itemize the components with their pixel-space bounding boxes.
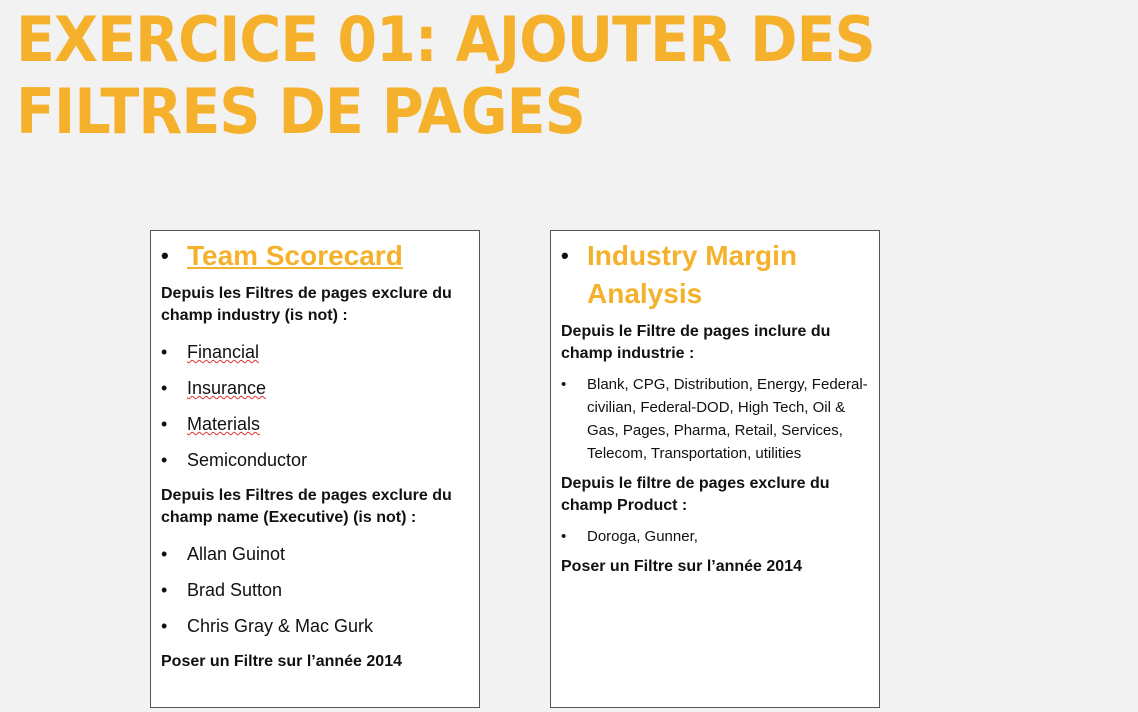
slide-title: EXERCICE 01: AJOUTER DES FILTRES DE PAGE… bbox=[16, 3, 876, 148]
instruction-text: Poser un Filtre sur l’année 2014 bbox=[561, 558, 802, 575]
instruction-text: Depuis les Filtres de pages exclure du c… bbox=[161, 285, 452, 324]
bullet-icon: • bbox=[161, 616, 168, 636]
list-item: • Financial bbox=[161, 341, 469, 363]
bullet-icon: • bbox=[561, 243, 569, 268]
list-item: • Semiconductor bbox=[161, 449, 469, 471]
box-title: • Team Scorecard bbox=[161, 237, 469, 275]
list-item: • Materials bbox=[161, 413, 469, 435]
box-title: • Industry Margin Analysis bbox=[561, 237, 869, 313]
list-item: • Doroga, Gunner, bbox=[561, 525, 869, 548]
bullet-icon: • bbox=[161, 414, 168, 434]
executive-exclude-list: • Allan Guinot • Brad Sutton • Chris Gray &… bbox=[161, 543, 469, 637]
bullet-icon: • bbox=[161, 450, 168, 470]
instruction-text: Depuis les Filtres de pages exclure du c… bbox=[161, 487, 452, 526]
list-item-text: Blank, CPG, Distribution, Energy, Federa… bbox=[587, 376, 868, 462]
list-item: • Brad Sutton bbox=[161, 579, 469, 601]
instruction-text: Depuis le Filtre de pages inclure du cha… bbox=[561, 323, 831, 362]
list-item: • Insurance bbox=[161, 377, 469, 399]
list-item: • Blank, CPG, Distribution, Energy, Feder… bbox=[561, 373, 869, 465]
bullet-icon: • bbox=[561, 528, 567, 545]
list-item-text: Semiconductor bbox=[187, 450, 308, 470]
industry-margin-box: • Industry Margin Analysis Depuis le Fil… bbox=[550, 230, 880, 708]
bullet-icon: • bbox=[161, 580, 168, 600]
list-item: • Allan Guinot bbox=[161, 543, 469, 565]
list-item-text: Materials bbox=[187, 414, 261, 434]
industry-exclude-list: • Financial • Insurance • Materials • Semico… bbox=[161, 341, 469, 471]
box-title-text: Team Scorecard bbox=[187, 240, 403, 271]
bullet-icon: • bbox=[161, 544, 168, 564]
industry-include-list: • Blank, CPG, Distribution, Energy, Feder… bbox=[561, 373, 869, 465]
bullet-icon: • bbox=[161, 243, 169, 268]
bullet-icon: • bbox=[161, 378, 168, 398]
instruction-text: Poser un Filtre sur l’année 2014 bbox=[161, 653, 402, 670]
list-item: • Chris Gray & Mac Gurk bbox=[161, 615, 469, 637]
bullet-icon: • bbox=[561, 376, 567, 393]
bullet-icon: • bbox=[161, 342, 168, 362]
list-item-text: Chris Gray & Mac Gurk bbox=[187, 616, 374, 636]
team-scorecard-box: • Team Scorecard Depuis les Filtres de p… bbox=[150, 230, 480, 708]
list-item-text: Doroga, Gunner, bbox=[587, 528, 698, 545]
list-item-text: Brad Sutton bbox=[187, 580, 283, 600]
list-item-text: Insurance bbox=[187, 378, 267, 398]
instruction-text: Depuis le filtre de pages exclure du cha… bbox=[561, 475, 830, 514]
list-item-text: Allan Guinot bbox=[187, 544, 286, 564]
box-title-text: Industry Margin Analysis bbox=[587, 240, 798, 309]
list-item-text: Financial bbox=[187, 342, 260, 362]
product-exclude-list: • Doroga, Gunner, bbox=[561, 525, 869, 548]
